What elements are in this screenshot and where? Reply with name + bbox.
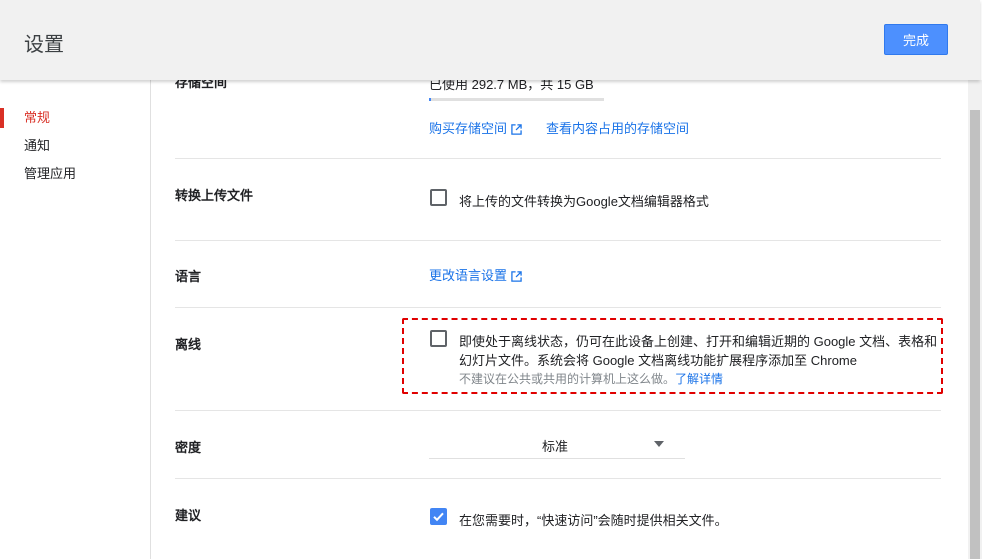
convert-uploads-text: 将上传的文件转换为Google文档编辑器格式 (459, 194, 709, 209)
suggestions-label: 建议 (175, 508, 202, 523)
offline-note: 不建议在公共或共用的计算机上这么做。了解详情 (459, 370, 723, 387)
language-label: 语言 (175, 269, 202, 284)
density-select[interactable]: 标准 (429, 432, 685, 459)
divider (175, 158, 941, 159)
storage-usage-bar (429, 98, 604, 101)
page-title: 设置 (24, 34, 64, 56)
settings-content: 存储空间 已使用 292.7 MB，共 15 GB 购买存储空间 查看内容占用的… (151, 0, 968, 559)
external-link-icon (511, 271, 522, 282)
buy-storage-link-label: 购买存储空间 (429, 121, 508, 136)
learn-more-link[interactable]: 了解详情 (675, 372, 723, 386)
dropdown-arrow-icon (654, 441, 664, 447)
divider (175, 478, 941, 479)
convert-uploads-checkbox[interactable] (430, 189, 447, 206)
buy-storage-link[interactable]: 购买存储空间 (429, 118, 522, 137)
density-select-value: 标准 (542, 439, 569, 454)
sidebar-item-general[interactable]: 常规 (0, 104, 150, 132)
offline-checkbox[interactable] (430, 330, 447, 347)
view-storage-link[interactable]: 查看内容占用的存储空间 (546, 118, 689, 137)
offline-description: 即使处于离线状态，仍可在此设备上创建、打开和编辑近期的 Google 文档、表格… (459, 332, 939, 370)
divider (175, 240, 941, 241)
scrollbar[interactable] (968, 80, 982, 559)
storage-usage-fill (429, 98, 431, 101)
sidebar-item-manage-apps[interactable]: 管理应用 (0, 160, 150, 188)
density-label: 密度 (175, 440, 202, 455)
checkmark-icon (433, 512, 444, 522)
settings-header: 设置 完成 (0, 0, 980, 80)
offline-description-line-1: 即使处于离线状态，仍可在此设备上创建、打开和编辑近期的 Google 文档、表格… (459, 334, 938, 349)
offline-note-text: 不建议在公共或共用的计算机上这么做。 (459, 372, 676, 386)
change-language-link[interactable]: 更改语言设置 (429, 265, 522, 284)
offline-label: 离线 (175, 337, 202, 352)
suggestions-text: 在您需要时，“快速访问”会随时提供相关文件。 (459, 513, 728, 528)
settings-sidebar: 常规 通知 管理应用 (0, 80, 151, 559)
divider (175, 410, 941, 411)
external-link-icon (511, 124, 522, 135)
done-button[interactable]: 完成 (884, 24, 948, 55)
convert-uploads-label: 转换上传文件 (175, 188, 254, 203)
offline-description-line-2: 幻灯片文件。系统会将 Google 文档离线功能扩展程序添加至 Chrome (459, 353, 857, 368)
scrollbar-thumb[interactable] (970, 110, 980, 559)
sidebar-item-notifications[interactable]: 通知 (0, 132, 150, 160)
suggestions-checkbox[interactable] (430, 508, 447, 525)
divider (175, 307, 941, 308)
change-language-link-label: 更改语言设置 (429, 268, 508, 283)
